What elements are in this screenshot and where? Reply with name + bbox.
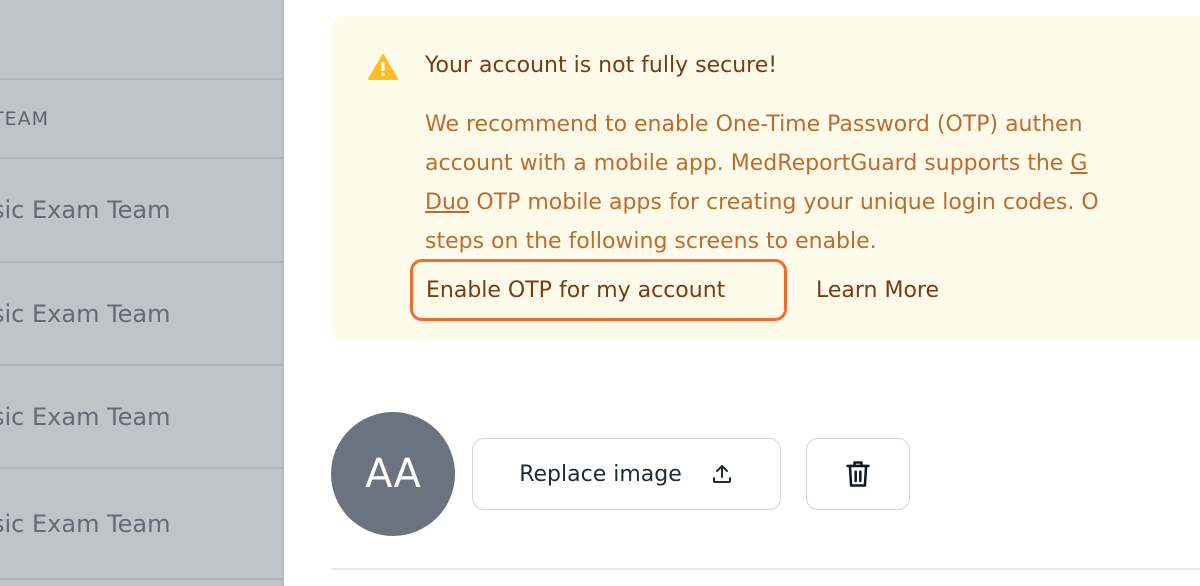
- table-row-divider: [0, 578, 282, 586]
- duo-link[interactable]: Duo: [425, 190, 469, 215]
- table-row[interactable]: sic Exam Team: [0, 157, 282, 261]
- alert-body: We recommend to enable One-Time Password…: [425, 105, 1099, 261]
- warning-triangle-icon: [368, 54, 398, 80]
- team-cell: sic Exam Team: [0, 509, 171, 538]
- trash-icon: [846, 461, 870, 487]
- alert-text: account with a mobile app. MedReportGuar…: [425, 151, 1071, 176]
- table-row[interactable]: sic Exam Team: [0, 364, 282, 467]
- column-header-label: TEAM: [0, 108, 50, 130]
- team-cell: sic Exam Team: [0, 402, 171, 431]
- avatar: AA: [331, 412, 455, 536]
- google-authenticator-link[interactable]: G: [1070, 151, 1087, 176]
- alert-text: OTP mobile apps for creating your unique…: [469, 190, 1099, 215]
- team-cell: sic Exam Team: [0, 196, 171, 224]
- table-row[interactable]: sic Exam Team: [0, 261, 282, 364]
- enable-otp-button[interactable]: Enable OTP for my account: [410, 259, 787, 321]
- replace-image-button[interactable]: Replace image: [472, 438, 781, 510]
- column-header-team: TEAM: [0, 78, 282, 158]
- alert-line: steps on the following screens to enable…: [425, 229, 877, 254]
- learn-more-link[interactable]: Learn More: [816, 274, 939, 308]
- upload-icon: [712, 465, 731, 483]
- alert-line: account with a mobile app. MedReportGuar…: [425, 144, 1099, 183]
- team-cell: sic Exam Team: [0, 299, 171, 328]
- team-table-panel: TEAM sic Exam Team sic Exam Team sic Exa…: [0, 0, 284, 586]
- alert-line: Duo OTP mobile apps for creating your un…: [425, 183, 1099, 222]
- delete-image-button[interactable]: [806, 438, 910, 510]
- replace-image-label: Replace image: [519, 461, 682, 487]
- section-divider: [331, 568, 1200, 570]
- alert-line: We recommend to enable One-Time Password…: [425, 112, 1083, 137]
- security-alert: Your account is not fully secure! We rec…: [331, 16, 1200, 341]
- table-row[interactable]: sic Exam Team: [0, 467, 282, 578]
- alert-title: Your account is not fully secure!: [425, 53, 778, 78]
